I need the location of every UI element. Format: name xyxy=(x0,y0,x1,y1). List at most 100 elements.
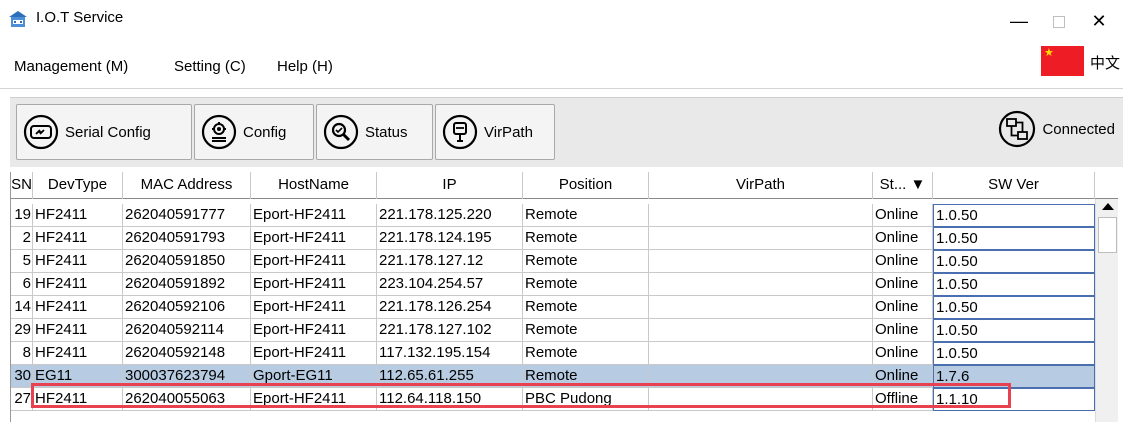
cell-devtype: HF2411 xyxy=(33,388,123,411)
virpath-icon xyxy=(442,114,478,150)
menu-help[interactable]: Help (H) xyxy=(277,58,333,75)
cell-position: Remote xyxy=(523,273,649,296)
cell-mac: 262040592106 xyxy=(123,296,251,319)
cell-hostname: Eport-HF2411 xyxy=(251,388,377,411)
col-header-status[interactable]: St... ▼ xyxy=(873,172,933,199)
config-button[interactable]: Config xyxy=(194,104,314,160)
cell-status: Online xyxy=(873,227,933,250)
cell-status: Online xyxy=(873,250,933,273)
cell-ip: 221.178.127.102 xyxy=(377,319,523,342)
status-label: Status xyxy=(365,123,408,141)
cell-ip: 117.132.195.154 xyxy=(377,342,523,365)
menu-management[interactable]: Management (M) xyxy=(14,58,128,75)
cell-position: Remote xyxy=(523,250,649,273)
cell-mac: 300037623794 xyxy=(123,365,251,388)
cell-ip: 223.104.254.57 xyxy=(377,273,523,296)
vertical-scrollbar[interactable] xyxy=(1095,199,1118,422)
serial-config-button[interactable]: Serial Config xyxy=(16,104,192,160)
language-toggle[interactable]: 中文 xyxy=(1090,52,1120,73)
cell-sn: 8 xyxy=(11,342,33,365)
cell-swver: 1.0.50 xyxy=(933,250,1095,273)
divider xyxy=(0,88,1123,89)
table-row[interactable]: 2 HF2411 262040591793 Eport-HF2411 221.178.1… xyxy=(11,227,1095,250)
cell-sn: 5 xyxy=(11,250,33,273)
table-row[interactable]: 8 HF2411 262040592148 Eport-HF2411 117.132.1… xyxy=(11,342,1095,365)
cell-virpath xyxy=(649,296,873,319)
scroll-up-icon[interactable] xyxy=(1102,203,1114,210)
cell-virpath xyxy=(649,388,873,411)
col-header-ip[interactable]: IP xyxy=(377,172,523,199)
window-title: I.O.T Service xyxy=(36,9,124,26)
device-table[interactable]: SN DevType MAC Address HostName IP Posit… xyxy=(10,172,1118,422)
maximize-button[interactable] xyxy=(1039,8,1079,34)
cell-swver: 1.0.50 xyxy=(933,227,1095,250)
maximize-icon xyxy=(1053,16,1065,29)
col-header-mac[interactable]: MAC Address xyxy=(123,172,251,199)
table-row[interactable]: 29 HF2411 262040592114 Eport-HF2411 221.178.… xyxy=(11,319,1095,342)
table-row[interactable]: 5 HF2411 262040591850 Eport-HF2411 221.178.1… xyxy=(11,250,1095,273)
cell-mac: 262040591892 xyxy=(123,273,251,296)
cell-hostname: Eport-HF2411 xyxy=(251,204,377,227)
cell-sn: 6 xyxy=(11,273,33,296)
cell-sn: 30 xyxy=(11,365,33,388)
cell-devtype: EG11 xyxy=(33,365,123,388)
table-row[interactable]: 14 HF2411 262040592106 Eport-HF2411 221.178.… xyxy=(11,296,1095,319)
menu-setting[interactable]: Setting (C) xyxy=(174,58,246,75)
table-row[interactable]: 6 HF2411 262040591892 Eport-HF2411 223.104.2… xyxy=(11,273,1095,296)
network-icon xyxy=(999,110,1036,148)
close-button[interactable]: ✕ xyxy=(1079,8,1119,34)
serial-config-icon xyxy=(23,114,59,150)
cell-virpath xyxy=(649,365,873,388)
cell-status: Online xyxy=(873,204,933,227)
cell-position: Remote xyxy=(523,365,649,388)
cell-virpath xyxy=(649,273,873,296)
cell-ip: 221.178.124.195 xyxy=(377,227,523,250)
china-flag-icon[interactable]: ★ xyxy=(1041,46,1084,76)
title-bar: I.O.T Service — ✕ xyxy=(0,0,1123,40)
scroll-thumb[interactable] xyxy=(1098,217,1117,253)
cell-sn: 19 xyxy=(11,204,33,227)
minimize-button[interactable]: — xyxy=(999,8,1039,34)
col-header-devtype[interactable]: DevType xyxy=(33,172,123,199)
cell-sn: 27 xyxy=(11,388,33,411)
cell-sn: 29 xyxy=(11,319,33,342)
menu-bar: Management (M) Setting (C) Help (H) xyxy=(0,48,1123,86)
cell-swver: 1.1.10 xyxy=(933,388,1095,411)
cell-swver: 1.0.50 xyxy=(933,204,1095,227)
col-header-virpath[interactable]: VirPath xyxy=(649,172,873,199)
cell-mac: 262040055063 xyxy=(123,388,251,411)
col-header-swver[interactable]: SW Ver xyxy=(933,172,1095,199)
cell-hostname: Eport-HF2411 xyxy=(251,296,377,319)
cell-mac: 262040592148 xyxy=(123,342,251,365)
cell-hostname: Eport-HF2411 xyxy=(251,250,377,273)
virpath-button[interactable]: VirPath xyxy=(435,104,555,160)
col-header-hostname[interactable]: HostName xyxy=(251,172,377,199)
cell-hostname: Gport-EG11 xyxy=(251,365,377,388)
cell-status: Online xyxy=(873,319,933,342)
serial-config-label: Serial Config xyxy=(65,123,151,141)
connection-label: Connected xyxy=(1042,120,1115,138)
table-row[interactable]: 30 EG11 300037623794 Gport-EG11 112.65.61.25… xyxy=(11,365,1095,388)
cell-hostname: Eport-HF2411 xyxy=(251,342,377,365)
cell-devtype: HF2411 xyxy=(33,319,123,342)
config-label: Config xyxy=(243,123,287,141)
cell-swver: 1.0.50 xyxy=(933,319,1095,342)
col-header-position[interactable]: Position xyxy=(523,172,649,199)
cell-hostname: Eport-HF2411 xyxy=(251,227,377,250)
cell-mac: 262040591850 xyxy=(123,250,251,273)
cell-ip: 112.65.61.255 xyxy=(377,365,523,388)
status-button[interactable]: Status xyxy=(316,104,433,160)
cell-swver: 1.0.50 xyxy=(933,273,1095,296)
table-row[interactable]: 27 HF2411 262040055063 Eport-HF2411 112.64.1… xyxy=(11,388,1095,411)
cell-hostname: Eport-HF2411 xyxy=(251,319,377,342)
cell-status: Offline xyxy=(873,388,933,411)
cell-devtype: HF2411 xyxy=(33,273,123,296)
cell-mac: 262040591777 xyxy=(123,204,251,227)
connection-status: Connected xyxy=(998,110,1115,148)
table-row[interactable]: 19 HF2411 262040591777 Eport-HF2411 221.178.… xyxy=(11,204,1095,227)
cell-swver: 1.0.50 xyxy=(933,296,1095,319)
cell-sn: 14 xyxy=(11,296,33,319)
cell-devtype: HF2411 xyxy=(33,250,123,273)
col-header-sn[interactable]: SN xyxy=(11,172,33,199)
cell-virpath xyxy=(649,204,873,227)
